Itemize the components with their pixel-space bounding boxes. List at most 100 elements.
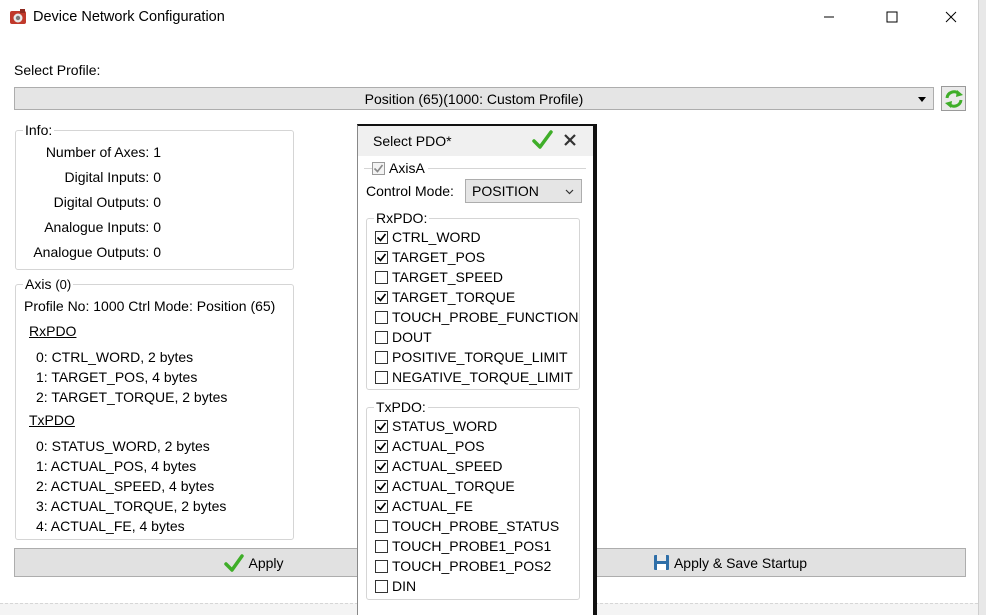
checkbox-label: TOUCH_PROBE_STATUS — [392, 518, 560, 534]
checkbox-label: NEGATIVE_TORQUE_LIMIT — [392, 369, 573, 385]
rxpdo-checkbox-dout[interactable]: DOUT — [375, 327, 432, 347]
window-title: Device Network Configuration — [33, 9, 225, 25]
checkbox-box — [375, 230, 388, 244]
checkbox-label: TOUCH_PROBE1_POS1 — [392, 538, 552, 554]
profile-select[interactable]: Position (65)(1000: Custom Profile) — [14, 87, 934, 110]
control-mode-select[interactable]: POSITION — [465, 179, 582, 203]
rxpdo-checkbox-positive-torque-limit[interactable]: POSITIVE_TORQUE_LIMIT — [375, 347, 568, 367]
maximize-icon — [886, 11, 898, 23]
info-value: 0 — [153, 244, 161, 260]
checkbox-box — [375, 419, 388, 433]
checkbox-box — [375, 250, 388, 264]
txpdo-checkbox-touch-probe1-pos1[interactable]: TOUCH_PROBE1_POS1 — [375, 536, 551, 556]
axis-legend: Axis (0) — [23, 276, 74, 292]
list-item: 0: STATUS_WORD, 2 bytes — [36, 438, 210, 454]
check-icon — [376, 421, 387, 431]
checkbox-label: TARGET_POS — [392, 249, 486, 265]
apply-label: Apply — [248, 554, 284, 571]
checkbox-label: TOUCH_PROBE_FUNCTION — [392, 309, 579, 325]
rxpdo-legend: RxPDO: — [374, 210, 430, 226]
checkbox-box — [375, 370, 388, 384]
info-row-digital-inputs: Digital Inputs: 0 — [0, 169, 161, 194]
minimize-icon — [824, 16, 834, 18]
popup-header: Select PDO* — [358, 126, 593, 156]
info-label: Number of Axes: — [45, 144, 150, 160]
checkbox-label: ACTUAL_TORQUE — [392, 478, 515, 494]
close-icon — [945, 11, 957, 23]
checkbox-label: DOUT — [392, 329, 432, 345]
rxpdo-checkbox-negative-torque-limit[interactable]: NEGATIVE_TORQUE_LIMIT — [375, 367, 573, 387]
list-item: 4: ACTUAL_FE, 4 bytes — [36, 518, 185, 534]
check-icon — [376, 232, 387, 242]
txpdo-checkbox-status-word[interactable]: STATUS_WORD — [375, 416, 497, 436]
txpdo-checkbox-din[interactable]: DIN — [375, 576, 416, 596]
rxpdo-checkbox-target-pos[interactable]: TARGET_POS — [375, 247, 485, 267]
profile-select-value: Position (65)(1000: Custom Profile) — [364, 90, 584, 107]
check-icon — [373, 164, 384, 173]
maximize-button[interactable] — [869, 0, 915, 34]
checkbox-label: ACTUAL_POS — [392, 438, 485, 454]
popup-title: Select PDO* — [373, 133, 452, 149]
info-value: 0 — [153, 194, 161, 210]
rxpdo-checkbox-ctrl-word[interactable]: CTRL_WORD — [375, 227, 481, 247]
info-value: 0 — [153, 169, 161, 185]
txpdo-checkbox-touch-probe1-pos2[interactable]: TOUCH_PROBE1_POS2 — [375, 556, 551, 576]
chevron-down-icon — [565, 189, 574, 195]
check-icon — [376, 481, 387, 491]
info-row-axes: Number of Axes: 1 — [0, 144, 161, 169]
txpdo-checkbox-actual-speed[interactable]: ACTUAL_SPEED — [375, 456, 502, 476]
rxpdo-checkbox-target-torque[interactable]: TARGET_TORQUE — [375, 287, 515, 307]
checkbox-box — [375, 459, 388, 473]
confirm-button[interactable] — [531, 129, 555, 153]
checkbox-label: CTRL_WORD — [392, 229, 481, 245]
checkbox-box — [375, 519, 388, 533]
checkbox-box — [375, 270, 388, 284]
axis-profile-line: Profile No: 1000 Ctrl Mode: Position (65… — [24, 298, 276, 314]
checkbox-label: TARGET_SPEED — [392, 269, 503, 285]
rxpdo-checkbox-touch-probe-function[interactable]: TOUCH_PROBE_FUNCTION — [375, 307, 578, 327]
checkbox-label: DIN — [392, 578, 417, 594]
list-item: 3: ACTUAL_TORQUE, 2 bytes — [36, 498, 227, 514]
info-value: 1 — [153, 144, 161, 160]
checkbox-label: TARGET_TORQUE — [392, 289, 516, 305]
txpdo-checkbox-actual-fe[interactable]: ACTUAL_FE — [375, 496, 473, 516]
info-row-digital-outputs: Digital Outputs: 0 — [0, 194, 161, 219]
list-item: 1: TARGET_POS, 4 bytes — [36, 369, 198, 385]
info-row-analogue-outputs: Analogue Outputs: 0 — [0, 244, 161, 269]
checkbox-label: ACTUAL_FE — [392, 498, 473, 514]
rxpdo-checkbox-target-speed[interactable]: TARGET_SPEED — [375, 267, 503, 287]
info-legend: Info: — [23, 122, 55, 138]
chevron-down-icon — [918, 97, 926, 102]
txpdo-title: TxPDO — [29, 412, 75, 428]
close-button[interactable] — [928, 0, 974, 34]
txpdo-checkbox-touch-probe-status[interactable]: TOUCH_PROBE_STATUS — [375, 516, 559, 536]
checkbox-box — [375, 439, 388, 453]
select-pdo-popup: Select PDO* AxisA Control Mode: POSITION… — [357, 124, 597, 615]
checkbox-box — [375, 290, 388, 304]
checkbox-box — [375, 539, 388, 553]
checkbox-box — [375, 479, 388, 493]
checkmark-icon — [224, 553, 245, 572]
checkbox-label: POSITIVE_TORQUE_LIMIT — [392, 349, 568, 365]
refresh-button[interactable] — [941, 86, 966, 111]
checkbox-label: TOUCH_PROBE1_POS2 — [392, 558, 552, 574]
txpdo-checkbox-actual-torque[interactable]: ACTUAL_TORQUE — [375, 476, 515, 496]
info-label: Digital Inputs: — [64, 169, 150, 185]
check-icon — [376, 292, 387, 302]
info-value: 0 — [153, 219, 161, 235]
list-item: 2: ACTUAL_SPEED, 4 bytes — [36, 478, 215, 494]
axisa-checkbox[interactable]: AxisA — [372, 158, 428, 178]
checkbox-label: STATUS_WORD — [392, 418, 498, 434]
apply-save-label: Apply & Save Startup — [673, 554, 808, 571]
check-icon — [376, 501, 387, 511]
cancel-button[interactable] — [563, 133, 581, 151]
axis-legend-text: Axis — [25, 276, 52, 292]
txpdo-checkbox-actual-pos[interactable]: ACTUAL_POS — [375, 436, 485, 456]
checkbox-label: ACTUAL_SPEED — [392, 458, 503, 474]
checkbox-box — [372, 161, 385, 175]
minimize-button[interactable] — [806, 0, 852, 34]
list-item: 2: TARGET_TORQUE, 2 bytes — [36, 389, 228, 405]
rxpdo-list: 0: CTRL_WORD, 2 bytes 1: TARGET_POS, 4 b… — [36, 347, 227, 407]
control-mode-value: POSITION — [472, 183, 539, 199]
select-profile-label: Select Profile: — [14, 62, 101, 78]
